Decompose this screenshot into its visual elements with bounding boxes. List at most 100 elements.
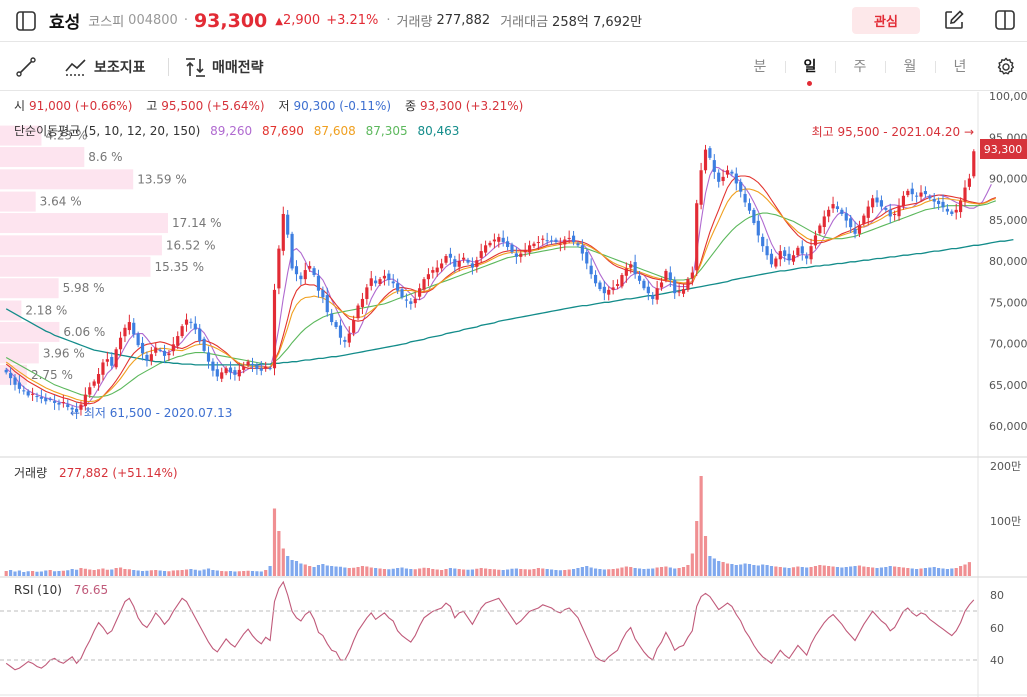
- volume-bar: [871, 567, 875, 576]
- candle-body: [519, 253, 523, 257]
- candle-body: [972, 151, 976, 177]
- price-tick-label: 80,000: [989, 255, 1027, 268]
- candle-body: [369, 278, 373, 286]
- candle-body: [158, 349, 162, 351]
- volume-bar: [250, 571, 255, 576]
- volume-bar: [563, 570, 567, 576]
- rsi-tick-40: 40: [990, 654, 1004, 667]
- candle-body: [426, 274, 431, 280]
- price-tick-label: 65,000: [989, 379, 1027, 392]
- indicator-button[interactable]: 보조지표: [64, 56, 146, 78]
- volume-bar: [31, 571, 35, 576]
- volume-bar: [488, 569, 492, 576]
- low-value: 90,300 (-0.11%): [293, 99, 392, 113]
- volume-bar: [950, 568, 954, 576]
- candle-body: [488, 242, 492, 246]
- tab-month[interactable]: 월: [885, 55, 935, 79]
- volume-bar: [431, 569, 435, 576]
- chart-area[interactable]: 4.23 % 8.6 % 13.59 % 3.64 % 17.14 % 16.52 % 15…: [0, 92, 1027, 697]
- candle-body: [756, 220, 760, 236]
- edit-icon[interactable]: [943, 9, 965, 31]
- volume-bar: [928, 567, 932, 576]
- draw-tool-button[interactable]: [15, 56, 37, 78]
- volume-bar: [598, 569, 602, 576]
- candle-body: [422, 279, 426, 290]
- volume-bar: [813, 566, 818, 576]
- volume-bar: [44, 570, 48, 576]
- candle-body: [88, 387, 92, 395]
- volume-bar: [391, 568, 395, 576]
- candle-body: [250, 363, 255, 365]
- candle-body: [246, 361, 250, 366]
- candle-body: [303, 270, 307, 280]
- volume-bar: [457, 569, 461, 576]
- candle-body: [484, 245, 488, 253]
- volume-bar: [180, 570, 184, 576]
- candle-body: [532, 243, 536, 247]
- candle-body: [541, 238, 545, 240]
- price-change: ▲2,900: [275, 13, 321, 28]
- rsi-line: [5, 580, 975, 671]
- candle-body: [264, 366, 268, 369]
- volume-bar: [105, 569, 109, 576]
- candle-body: [910, 188, 914, 195]
- split-view-icon[interactable]: [994, 9, 1016, 31]
- candle-body: [901, 195, 906, 207]
- candle-body: [66, 404, 70, 408]
- current-price-tag: 93,300: [984, 143, 1023, 156]
- candle-body: [646, 286, 650, 294]
- volume-bar: [466, 569, 470, 576]
- volume-bar: [26, 571, 30, 576]
- volume-bar: [954, 568, 958, 576]
- volume-bar: [338, 566, 343, 576]
- volume-bar: [127, 569, 131, 576]
- volume-bar: [629, 567, 633, 576]
- close-value: 93,300 (+3.21%): [419, 99, 524, 113]
- volume-bar: [167, 571, 171, 576]
- strategy-button[interactable]: 매매전략: [184, 56, 264, 78]
- volume-bar: [840, 567, 844, 576]
- volume-bar: [703, 536, 708, 576]
- candle-body: [145, 354, 149, 361]
- candle-body: [259, 368, 263, 371]
- candle-body: [202, 338, 206, 351]
- volume-bar: [422, 567, 426, 576]
- market-name: 코스피: [88, 15, 125, 30]
- candle-body: [642, 280, 646, 289]
- tab-minute[interactable]: 분: [735, 55, 785, 79]
- candle-body: [171, 344, 175, 352]
- candle-body: [510, 244, 514, 252]
- favorite-button[interactable]: 관심: [852, 7, 920, 34]
- gear-icon[interactable]: [995, 56, 1017, 78]
- candle-body: [189, 321, 193, 323]
- volume-profile-pct: 3.64 %: [40, 195, 82, 209]
- volume-bar: [739, 564, 743, 576]
- volume-bar: [497, 569, 501, 576]
- sidebar-toggle-icon[interactable]: [15, 10, 37, 32]
- volume-bar: [149, 570, 153, 576]
- price-chart[interactable]: 4.23 %8.6 %13.59 %3.64 %17.14 %16.52 %15…: [0, 92, 1027, 697]
- volume-bar: [70, 569, 74, 576]
- candle-body: [536, 242, 540, 244]
- volume-bar: [83, 568, 87, 576]
- volume-bar: [708, 556, 712, 576]
- volume-bar: [387, 569, 391, 576]
- volume-bar: [602, 569, 606, 576]
- candle-body: [580, 245, 584, 254]
- candle-body: [629, 264, 633, 268]
- candle-body: [435, 267, 439, 273]
- candle-body: [352, 320, 356, 333]
- candle-body: [52, 401, 57, 403]
- tab-week[interactable]: 주: [835, 55, 885, 79]
- tab-year[interactable]: 년: [935, 55, 985, 79]
- volume-bar: [752, 565, 756, 576]
- volume-bar: [967, 562, 971, 576]
- volume-bar: [57, 571, 61, 576]
- volume-profile-bar: [0, 256, 151, 277]
- tab-day[interactable]: 일: [785, 55, 835, 86]
- volume-bar: [607, 569, 611, 576]
- candle-body: [796, 247, 800, 256]
- candle-body: [822, 216, 826, 228]
- candle-body: [871, 198, 875, 208]
- candle-body: [554, 239, 558, 243]
